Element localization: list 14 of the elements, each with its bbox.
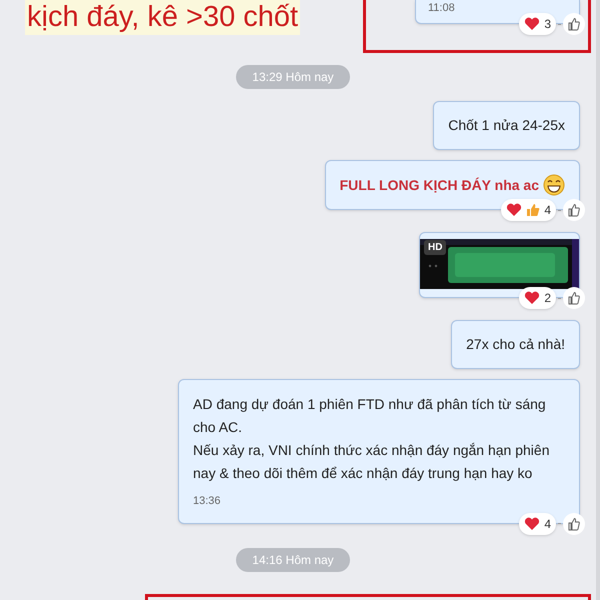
message-text: 27x cho cả nhà! [466,335,565,354]
hd-badge: HD [424,240,446,255]
message-text: FULL LONG KỊCH ĐÁY nha ac [340,176,539,194]
reaction-count[interactable]: 4 [519,512,556,534]
message-text: Chốt 1 nửa 24-25x [448,116,565,135]
message-time: 13:36 [193,494,222,509]
message-text: AD đang dự đoán 1 phiên FTD như đã phân tích từ sáng cho AC. [193,395,547,437]
reaction-count[interactable]: 3 [519,13,556,35]
reaction-count[interactable]: 2 [519,287,556,309]
like-icon[interactable] [563,287,585,309]
message-time: 11:08 [428,1,456,16]
message-text: Nếu xảy ra, VNI chính thức xác nhận đáy ngắn hạn phiên nay & theo dõi thêm để xác nhận đáy trung hạn hay ko [193,441,550,483]
highlighted-note: kịch đáy, kê >30 chốt [25,0,300,35]
reaction-count[interactable]: 4 [501,199,556,221]
